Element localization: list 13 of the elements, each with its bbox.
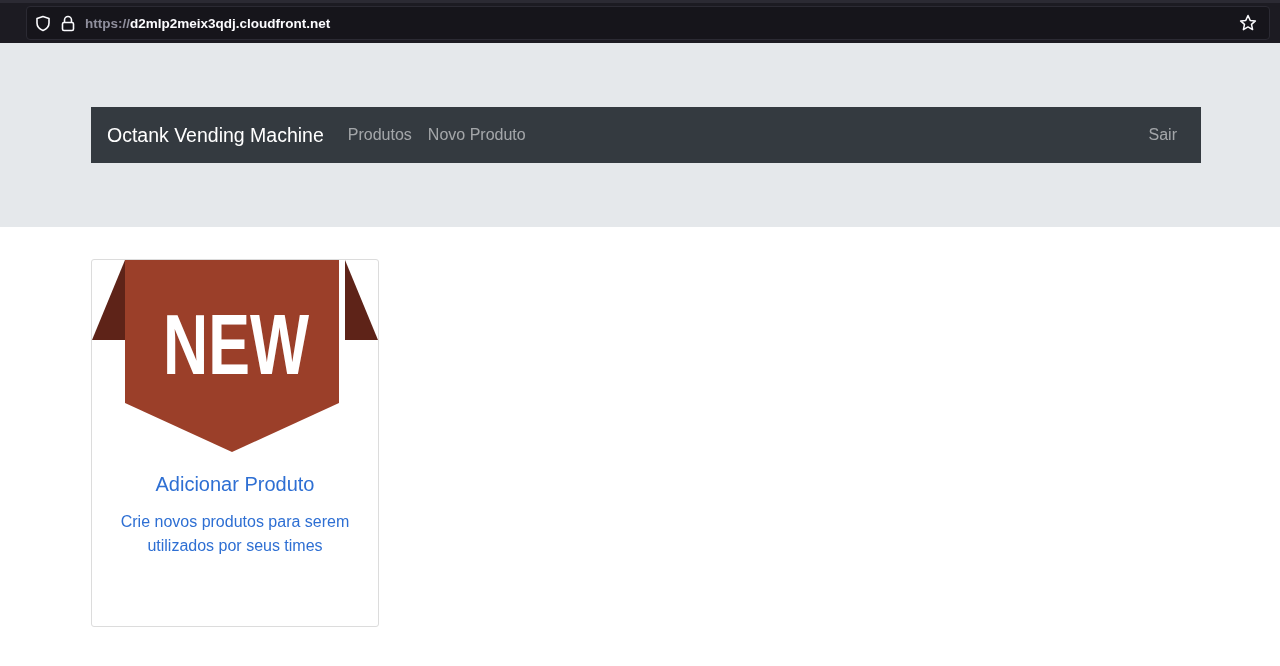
star-icon[interactable] (1239, 14, 1257, 32)
address-bar[interactable]: https://d2mlp2meix3qdj.cloudfront.net (26, 6, 1270, 40)
nav-link[interactable]: Novo Produto (427, 126, 526, 144)
new-ribbon-drawing: NEW (92, 260, 378, 453)
url-text: https://d2mlp2meix3qdj.cloudfront.net (85, 15, 331, 31)
lock-icon[interactable] (61, 14, 75, 32)
nav-link[interactable]: Produtos (347, 126, 412, 144)
brand-link[interactable]: Octank Vending Machine (107, 123, 324, 147)
shield-icon[interactable] (35, 14, 51, 32)
card-title[interactable]: Adicionar Produto (108, 473, 362, 496)
product-card[interactable]: NEW Adicionar Produto Crie novos produtos para serem utilizados por seus times (91, 259, 379, 627)
card-text: Crie novos produtos para serem utilizados por seus times (119, 512, 351, 556)
logout-link[interactable]: Sair (1148, 126, 1177, 144)
